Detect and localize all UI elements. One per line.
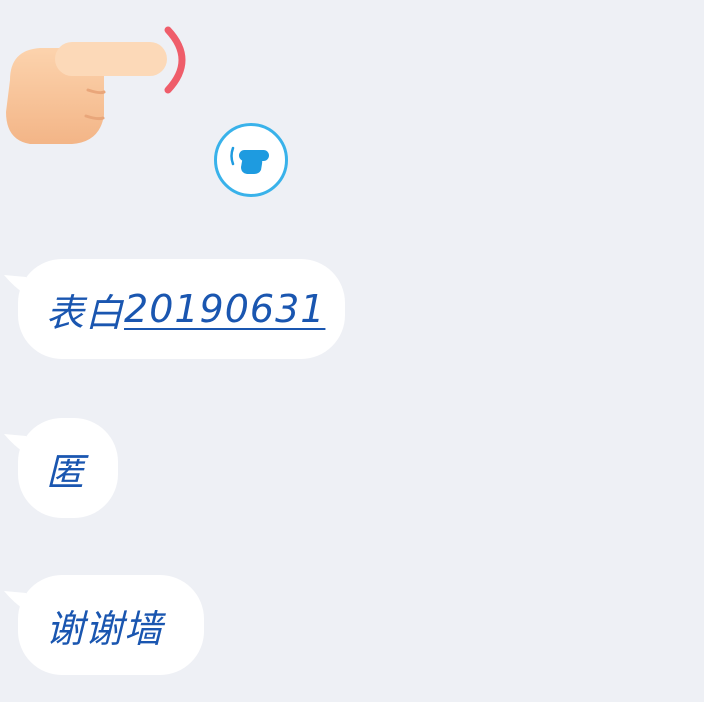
- pointing-hand-emoji: [0, 20, 200, 150]
- message-text: 表白: [46, 290, 125, 335]
- bubble-tail: [4, 275, 26, 295]
- message-text: 谢谢墙: [46, 606, 164, 651]
- tap-reaction-button[interactable]: [214, 123, 288, 197]
- pointing-hand-icon: [6, 26, 186, 144]
- message-link[interactable]: 20190631: [124, 287, 325, 331]
- bubble-tail: [4, 434, 26, 454]
- bubble-tail: [4, 591, 26, 611]
- pointing-hand-icon: [230, 146, 269, 174]
- message-text: 匿: [46, 449, 86, 494]
- message-bubble[interactable]: 谢谢墙: [4, 575, 204, 675]
- message-bubble[interactable]: 表白 20190631: [4, 259, 345, 359]
- message-bubble[interactable]: 匿: [4, 418, 118, 518]
